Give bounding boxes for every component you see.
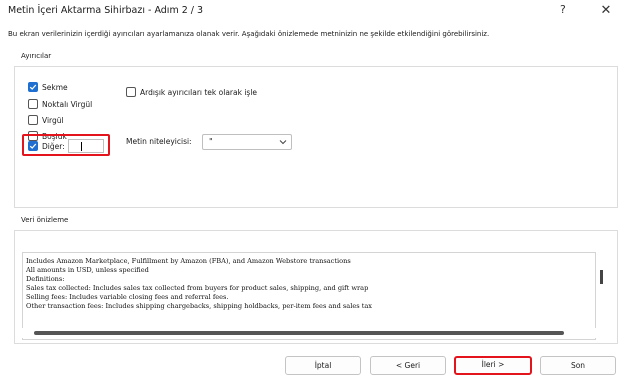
help-button[interactable]: ? — [560, 3, 566, 16]
text-qualifier-value: " — [209, 137, 213, 146]
separator-tab-checkbox[interactable]: Sekme — [28, 80, 68, 94]
preview-line: Other transaction fees: Includes shippin… — [26, 302, 373, 310]
text-qualifier-dropdown[interactable]: " — [202, 134, 292, 150]
separator-comma-label: Virgül — [42, 115, 64, 125]
checkbox-unchecked-icon — [28, 115, 38, 125]
checkbox-checked-icon — [28, 82, 38, 92]
preview-line: Selling fees: Includes variable closing … — [26, 293, 229, 301]
preview-line: Includes Amazon Marketplace, Fulfillment… — [26, 257, 351, 265]
window-title: Metin İçeri Aktarma Sihirbazı - Adım 2 /… — [8, 5, 204, 16]
highlight-box-other — [22, 134, 110, 156]
checkbox-unchecked-icon — [28, 99, 38, 109]
consecutive-separators-label: Ardışık ayırıcıları tek olarak işle — [140, 87, 258, 97]
cancel-button[interactable]: İptal — [285, 356, 361, 375]
chevron-down-icon — [279, 140, 287, 145]
consecutive-separators-checkbox[interactable]: Ardışık ayırıcıları tek olarak işle — [126, 85, 257, 99]
vertical-scroll-thumb[interactable] — [600, 270, 603, 284]
preview-line: Definitions: — [26, 275, 65, 283]
separator-tab-label: Sekme — [42, 82, 68, 92]
preview-horizontal-scrollbar[interactable] — [22, 328, 596, 338]
separator-semicolon-checkbox[interactable]: Noktalı Virgül — [28, 97, 92, 111]
data-preview-label: Veri önizleme — [20, 216, 70, 224]
checkbox-unchecked-icon — [126, 87, 136, 97]
preview-vertical-scrollbar[interactable] — [596, 252, 608, 340]
finish-button[interactable]: Son — [540, 356, 616, 375]
preview-line: Sales tax collected: Includes sales tax … — [26, 284, 369, 292]
instructions-text: Bu ekran verilerinizin içerdiği ayırıcıl… — [8, 30, 490, 38]
back-button[interactable]: < Geri — [370, 356, 446, 375]
next-button[interactable]: İleri > — [454, 356, 532, 375]
separator-comma-checkbox[interactable]: Virgül — [28, 113, 64, 127]
title-bar: Metin İçeri Aktarma Sihirbazı - Adım 2 /… — [0, 0, 632, 22]
separator-semicolon-label: Noktalı Virgül — [42, 99, 93, 109]
data-preview-area[interactable]: Includes Amazon Marketplace, Fulfillment… — [22, 252, 596, 340]
separators-group-label: Ayırıcılar — [20, 52, 53, 60]
text-qualifier-label: Metin niteleyicisi: — [126, 137, 192, 146]
close-button[interactable]: ✕ — [594, 1, 618, 21]
preview-line: All amounts in USD, unless specified — [26, 266, 149, 274]
horizontal-scroll-thumb[interactable] — [34, 331, 564, 335]
